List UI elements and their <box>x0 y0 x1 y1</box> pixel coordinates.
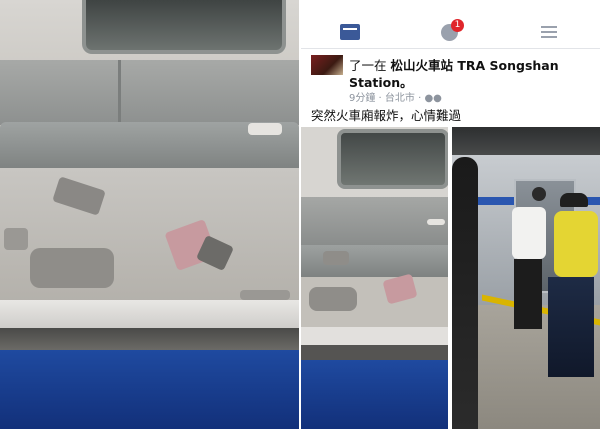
blue-train-body <box>301 360 448 429</box>
friends-icon: ●● <box>424 93 442 104</box>
frame-band <box>0 328 299 350</box>
officer-cap <box>532 187 546 201</box>
train-window <box>82 0 286 54</box>
officer-yellow-vest <box>554 211 598 277</box>
debris <box>248 123 282 135</box>
debris <box>4 228 28 250</box>
post-time-location: 9分鐘 · 台北市 · <box>349 93 425 104</box>
officer-white-shirt <box>512 207 546 259</box>
debris <box>323 251 349 265</box>
station-ceiling <box>452 127 600 157</box>
post-text: 突然火車廂報炸，心情難過 <box>311 108 462 123</box>
location-link[interactable]: 松山火車站 TRA Songshan <box>391 58 559 73</box>
train-car-interior-photo <box>0 0 299 429</box>
officer-trousers <box>514 259 542 329</box>
station-platform-photo[interactable] <box>452 127 600 429</box>
bystander <box>452 157 478 429</box>
train-window <box>337 129 448 189</box>
backpack <box>30 248 114 288</box>
train-car-interior-photo-small[interactable] <box>301 127 448 429</box>
blue-train-body <box>0 350 299 429</box>
seat-back <box>0 60 299 125</box>
officer-trousers <box>548 277 594 377</box>
officer-cap <box>560 193 588 207</box>
seat-seam <box>118 60 121 125</box>
seat-back <box>301 197 448 245</box>
menu-icon[interactable] <box>541 26 557 38</box>
author-suffix: 了一在 <box>349 58 387 73</box>
notification-badge: 1 <box>451 19 464 32</box>
frame-band <box>301 345 448 360</box>
window-ledge <box>301 327 448 345</box>
window-ledge <box>0 300 299 328</box>
news-feed-icon[interactable] <box>340 24 360 40</box>
avatar[interactable] <box>311 55 343 75</box>
backpack <box>309 287 357 311</box>
post-meta: 9分鐘 · 台北市 · ●● <box>349 89 442 104</box>
debris <box>240 290 290 300</box>
debris <box>427 219 445 225</box>
